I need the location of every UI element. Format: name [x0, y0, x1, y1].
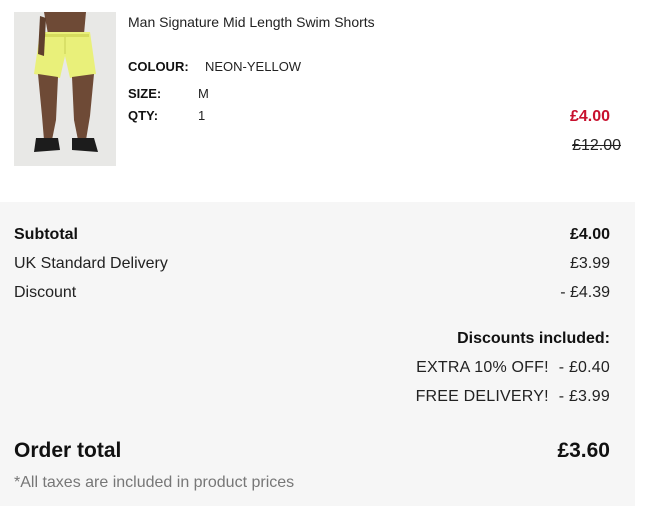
size-value: M	[198, 86, 209, 101]
discount-item: EXTRA 10% OFF! - £0.40	[416, 359, 610, 377]
discount-label: Discount	[14, 284, 77, 301]
subtotal-label: Subtotal	[14, 226, 78, 243]
discount-item: FREE DELIVERY! - £3.99	[416, 388, 610, 406]
product-qty: QTY: 1	[128, 108, 205, 123]
qty-value: 1	[198, 108, 206, 123]
discount-item-amount: - £3.99	[558, 388, 610, 405]
order-total-label: Order total	[14, 439, 122, 462]
discounts-included-heading: Discounts included:	[457, 330, 610, 347]
colour-value: NEON-YELLOW	[205, 59, 302, 74]
product-image[interactable]	[14, 12, 116, 166]
delivery-value: £3.99	[569, 255, 610, 272]
qty-label: QTY:	[128, 108, 159, 123]
colour-label: COLOUR:	[128, 59, 189, 74]
discount-item-amount: - £0.40	[558, 359, 610, 376]
subtotal-value: £4.00	[569, 226, 610, 243]
product-size: SIZE: M	[128, 86, 209, 101]
sale-price: £4.00	[569, 108, 610, 125]
product-colour: COLOUR: NEON-YELLOW	[128, 59, 301, 74]
product-image-illustration	[14, 12, 116, 166]
tax-note: *All taxes are included in product price…	[14, 474, 295, 491]
original-price: £12.00	[572, 137, 621, 154]
discount-value: - £4.39	[560, 284, 610, 301]
delivery-label: UK Standard Delivery	[14, 255, 168, 272]
discount-item-name: FREE DELIVERY!	[415, 388, 549, 405]
discount-item-name: EXTRA 10% OFF!	[416, 359, 549, 376]
size-label: SIZE:	[128, 86, 162, 101]
order-summary: Subtotal £4.00 UK Standard Delivery £3.9…	[0, 202, 635, 506]
order-total-value: £3.60	[557, 439, 610, 462]
product-name[interactable]: Man Signature Mid Length Swim Shorts	[128, 14, 375, 30]
